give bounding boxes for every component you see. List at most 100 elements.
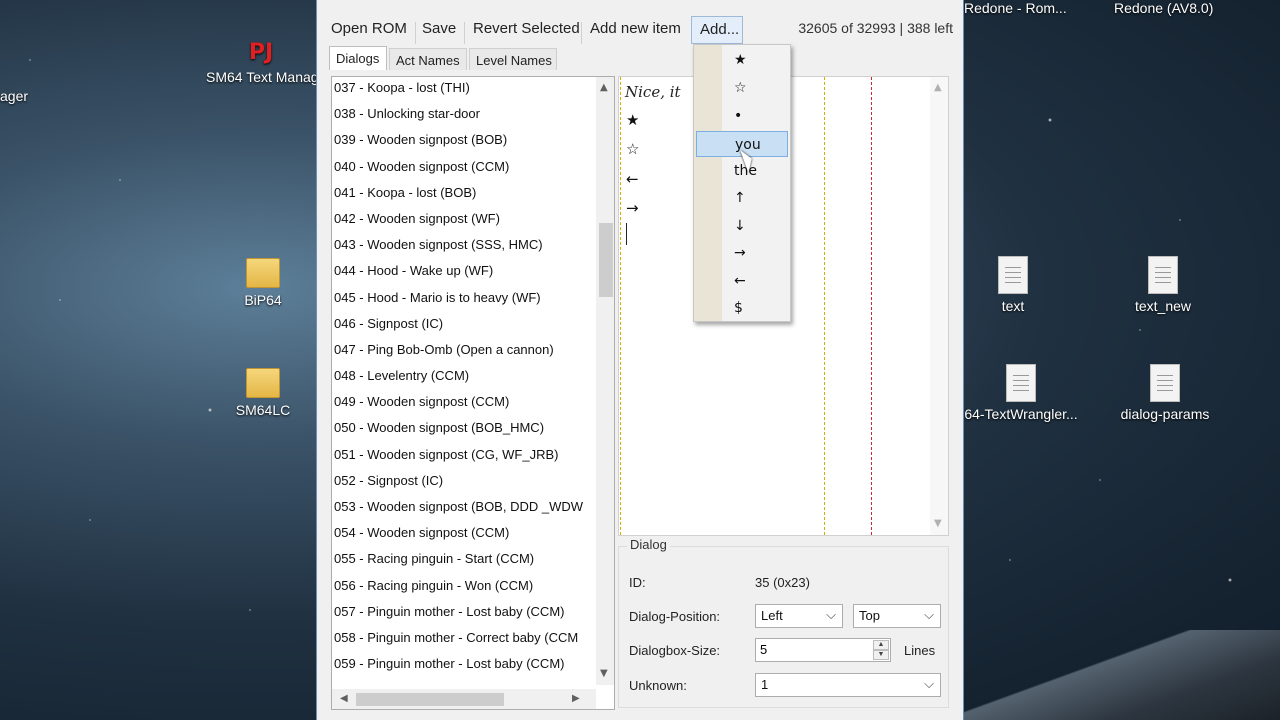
list-vertical-scrollbar[interactable]: ▲ ▼ — [596, 77, 614, 685]
list-item[interactable]: 051 - Wooden signpost (CG, WF_JRB) — [332, 444, 596, 470]
desktop-label-redone-av8: Redone (AV8.0) — [1114, 0, 1214, 16]
desktop-icon-label: SM64LC — [235, 402, 291, 418]
scroll-down-icon[interactable]: ▼ — [600, 669, 608, 679]
pj-logo-icon: PJ — [248, 40, 274, 65]
toolbar-separator — [464, 22, 465, 44]
editor-first-line: Nice, it — [625, 83, 681, 101]
list-item[interactable]: 042 - Wooden signpost (WF) — [332, 208, 596, 234]
list-item[interactable]: 054 - Wooden signpost (CCM) — [332, 522, 596, 548]
list-item[interactable]: 040 - Wooden signpost (CCM) — [332, 156, 596, 182]
menu-item-star-outline[interactable]: ☆ — [696, 75, 788, 101]
open-rom-button[interactable]: Open ROM — [331, 20, 407, 37]
desktop-icon-bip64[interactable]: BiP64 — [213, 258, 313, 308]
scroll-up-icon[interactable]: ▲ — [600, 83, 608, 93]
dialog-properties-group: Dialog ID: 35 (0x23) Dialog-Position: Le… — [618, 537, 949, 708]
desktop-icon-label: 64-TextWrangler... — [964, 406, 1078, 422]
menu-item-bullet[interactable]: • — [696, 103, 788, 129]
spin-down-icon[interactable]: ▼ — [873, 650, 889, 660]
dialog-position-label: Dialog-Position: — [629, 609, 721, 624]
list-item[interactable]: 049 - Wooden signpost (CCM) — [332, 391, 596, 417]
list-item[interactable]: 055 - Racing pinguin - Start (CCM) — [332, 548, 596, 574]
revert-selected-button[interactable]: Revert Selected — [473, 20, 580, 37]
toolbar: Open ROM Save Revert Selected Add new it… — [317, 14, 963, 46]
unknown-value: 1 — [761, 677, 769, 692]
tab-dialogs[interactable]: Dialogs — [329, 46, 387, 70]
desktop-icon-label: dialog-params — [1120, 406, 1210, 422]
list-item[interactable]: 037 - Koopa - lost (THI) — [332, 77, 596, 103]
editor-arrow-left: ← — [626, 170, 639, 188]
list-item[interactable]: 038 - Unlocking star-door — [332, 103, 596, 129]
dialogbox-size-stepper[interactable]: 5 ▲ ▼ — [755, 638, 891, 662]
chevron-down-icon: ⌵ — [826, 607, 836, 622]
desktop-icon-label: BiP64 — [244, 292, 282, 308]
position-horizontal-select[interactable]: Left ⌵ — [755, 604, 843, 628]
spin-up-icon[interactable]: ▲ — [873, 640, 889, 650]
scroll-up-icon[interactable]: ▲ — [934, 83, 942, 93]
unknown-label: Unknown: — [629, 678, 687, 693]
group-title: Dialog — [627, 537, 670, 552]
unknown-select[interactable]: 1 ⌵ — [755, 673, 941, 697]
position-horizontal-value: Left — [761, 608, 783, 623]
menu-item-star-filled[interactable]: ★ — [696, 47, 788, 73]
desktop-icon-dialog-params[interactable]: dialog-params — [1110, 364, 1220, 422]
dialogbox-size-value: 5 — [760, 642, 768, 657]
list-item[interactable]: 047 - Ping Bob-Omb (Open a cannon) — [332, 339, 596, 365]
list-item[interactable]: 041 - Koopa - lost (BOB) — [332, 182, 596, 208]
desktop-icon-label: text — [1001, 298, 1025, 314]
text-file-icon — [1006, 364, 1036, 402]
tab-level-names[interactable]: Level Names — [469, 48, 557, 70]
dialog-list[interactable]: 037 - Koopa - lost (THI) 038 - Unlocking … — [331, 76, 615, 710]
left-margin-guide — [620, 77, 621, 535]
editor-arrow-right: → — [626, 199, 639, 217]
spin-buttons: ▲ ▼ — [873, 640, 889, 660]
list-scroll-thumb[interactable] — [599, 223, 613, 297]
menu-item-arrow-down[interactable]: ↓ — [696, 213, 788, 239]
list-item[interactable]: 048 - Levelentry (CCM) — [332, 365, 596, 391]
add-new-item-button[interactable]: Add new item — [590, 20, 681, 37]
editor-star-filled: ★ — [626, 111, 640, 129]
list-item[interactable]: 043 - Wooden signpost (SSS, HMC) — [332, 234, 596, 260]
save-button[interactable]: Save — [422, 20, 456, 37]
app-window: Open ROM Save Revert Selected Add new it… — [316, 0, 964, 720]
desktop-label-partial: ager — [0, 88, 29, 104]
list-item[interactable]: 059 - Pinguin mother - Lost baby (CCM) — [332, 653, 596, 679]
scroll-right-icon[interactable]: ▶ — [572, 694, 580, 704]
desktop-label-redone-rom: Redone - Rom... — [964, 0, 1067, 16]
list-item[interactable]: 046 - Signpost (IC) — [332, 313, 596, 339]
list-item[interactable]: 052 - Signpost (IC) — [332, 470, 596, 496]
list-item[interactable]: 039 - Wooden signpost (BOB) — [332, 129, 596, 155]
desktop-icon-text-new[interactable]: text_new — [1113, 256, 1213, 314]
scroll-left-icon[interactable]: ◀ — [340, 694, 348, 704]
scroll-down-icon[interactable]: ▼ — [934, 519, 942, 529]
menu-item-dollar[interactable]: $ — [696, 295, 788, 321]
id-value: 35 (0x23) — [755, 575, 810, 590]
desktop-icon-text[interactable]: text — [963, 256, 1063, 314]
add-menu-label: Add... — [700, 21, 740, 38]
editor-vertical-scrollbar[interactable]: ▲ ▼ — [930, 77, 948, 535]
list-horizontal-scrollbar[interactable]: ◀ ▶ — [332, 689, 596, 709]
list-item[interactable]: 050 - Wooden signpost (BOB_HMC) — [332, 417, 596, 443]
desktop-icon-sm64-text-manager[interactable]: PJ SM64 Text Manag — [206, 40, 316, 85]
text-file-icon — [1150, 364, 1180, 402]
list-item[interactable]: 053 - Wooden signpost (BOB, DDD _WDW — [332, 496, 596, 522]
menu-item-arrow-right[interactable]: → — [696, 240, 788, 266]
list-hscroll-thumb[interactable] — [356, 693, 504, 706]
menu-item-arrow-up[interactable]: ↑ — [696, 185, 788, 211]
add-menu-button[interactable]: Add... — [691, 16, 743, 44]
menu-item-the[interactable]: the — [696, 158, 788, 184]
line-width-guide-yellow — [824, 77, 825, 535]
text-caret — [626, 223, 627, 245]
add-dropdown-menu: ★ ☆ • you the ↑ ↓ → ← $ — [693, 44, 791, 322]
list-item[interactable]: 044 - Hood - Wake up (WF) — [332, 260, 596, 286]
list-item[interactable]: 058 - Pinguin mother - Correct baby (CCM — [332, 627, 596, 653]
desktop-icon-sm64lc[interactable]: SM64LC — [213, 368, 313, 418]
list-item[interactable]: 056 - Racing pinguin - Won (CCM) — [332, 575, 596, 601]
position-vertical-select[interactable]: Top ⌵ — [853, 604, 941, 628]
tab-act-names[interactable]: Act Names — [389, 48, 467, 70]
desktop-icon-label: text_new — [1134, 298, 1192, 314]
list-item[interactable]: 045 - Hood - Mario is to heavy (WF) — [332, 287, 596, 313]
toolbar-separator — [415, 22, 416, 44]
menu-item-arrow-left[interactable]: ← — [696, 268, 788, 294]
list-item[interactable]: 057 - Pinguin mother - Lost baby (CCM) — [332, 601, 596, 627]
desktop-icon-textwrangler[interactable]: 64-TextWrangler... — [963, 364, 1079, 422]
